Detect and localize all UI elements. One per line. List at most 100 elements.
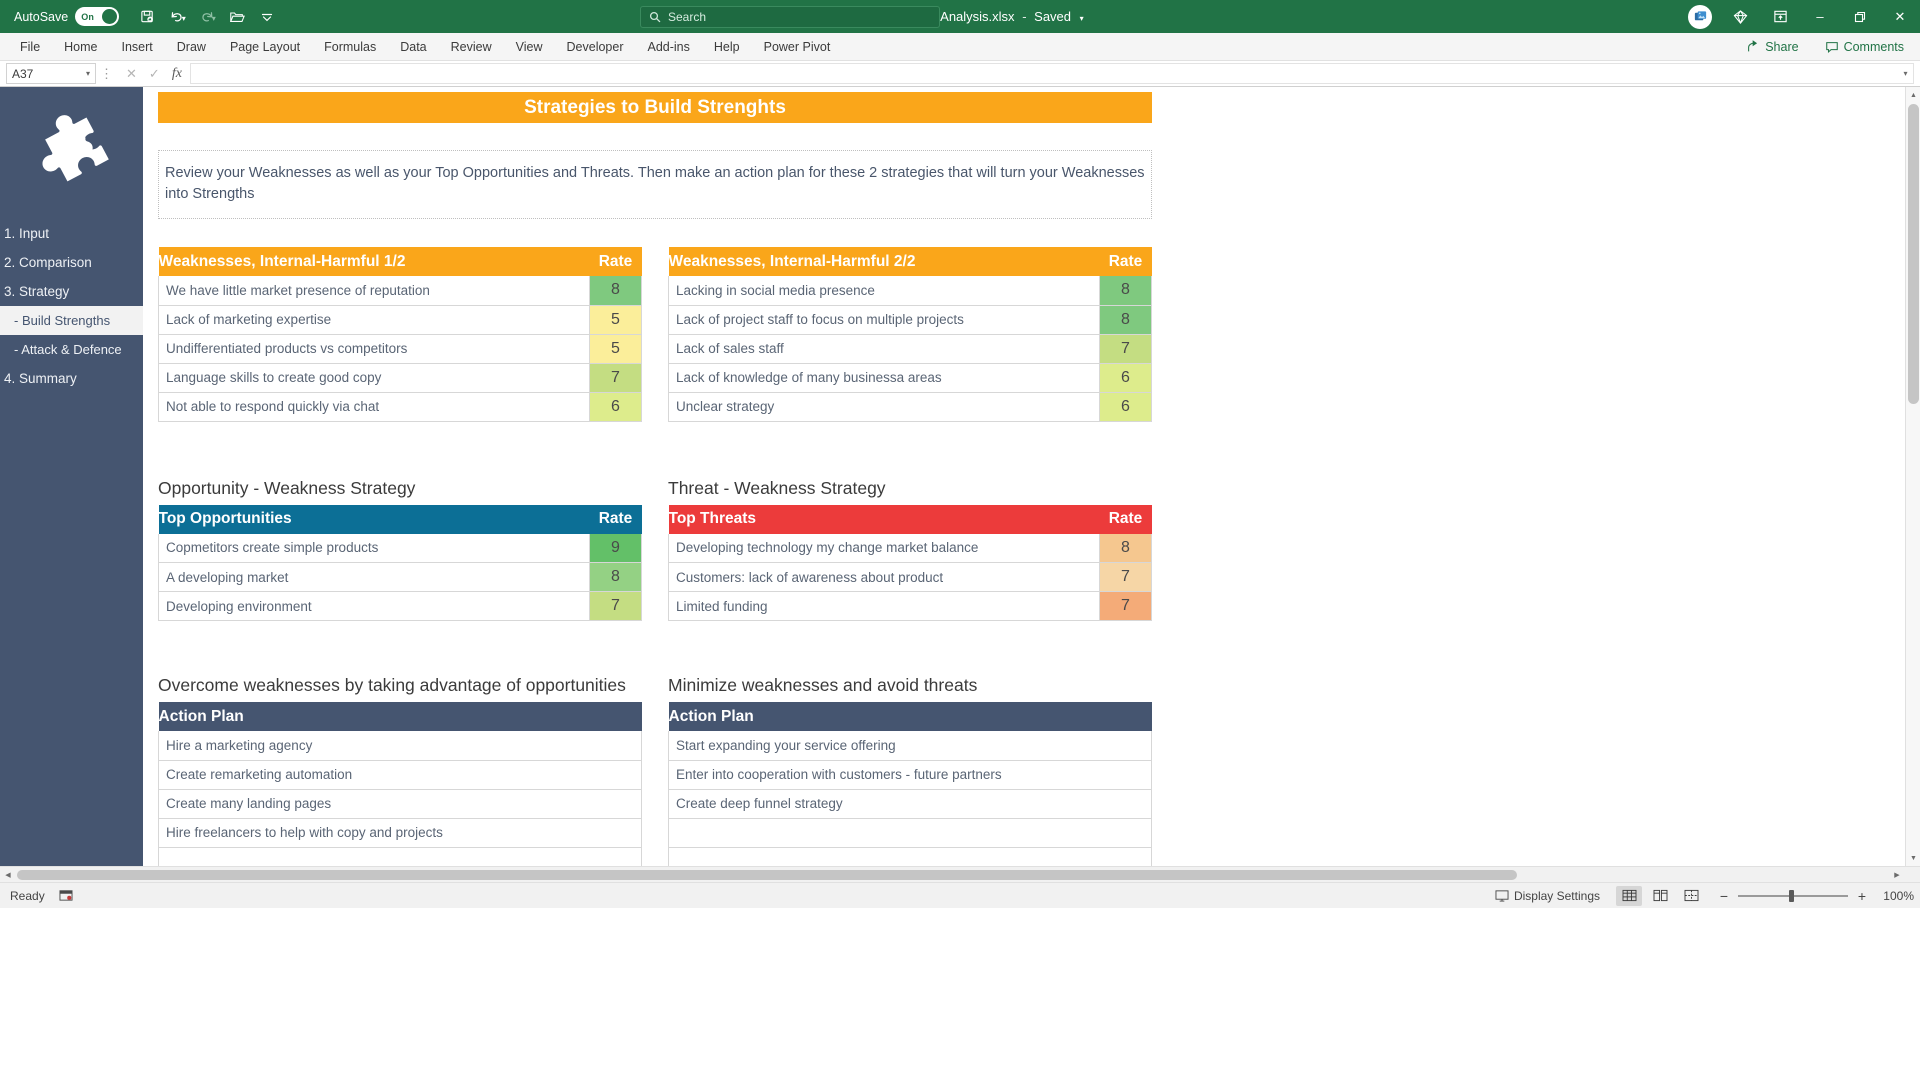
comments-button[interactable]: Comments [1819, 38, 1910, 56]
undo-caret-icon[interactable]: ▾ [182, 14, 186, 23]
weakness-item[interactable]: Unclear strategy [668, 392, 1100, 422]
weakness-rate[interactable]: 7 [589, 363, 642, 393]
weakness-rate[interactable]: 8 [589, 276, 642, 306]
share-button[interactable]: Share [1740, 38, 1804, 56]
vertical-scrollbar[interactable]: ▲ ▼ [1905, 87, 1920, 866]
weakness-rate[interactable]: 8 [1099, 305, 1152, 335]
weakness-item[interactable]: Lack of project staff to focus on multip… [668, 305, 1100, 335]
table-row[interactable]: Developing technology my change market b… [668, 533, 1152, 564]
title-chevron-down-icon[interactable]: ▾ [1080, 14, 1084, 23]
save-state-label[interactable]: Saved [1034, 9, 1071, 24]
tab-home[interactable]: Home [52, 34, 109, 60]
table-row[interactable]: Enter into cooperation with customers - … [668, 760, 1152, 790]
name-box[interactable]: A37 ▾ [6, 63, 96, 84]
table-row[interactable] [668, 847, 1152, 866]
table-row[interactable]: Language skills to create good copy 7 [158, 363, 642, 393]
action-plan-item[interactable]: Start expanding your service offering [668, 731, 1152, 761]
diamond-premium-icon[interactable] [1720, 0, 1760, 33]
table-row[interactable]: Lack of sales staff 7 [668, 334, 1152, 364]
tab-view[interactable]: View [504, 34, 555, 60]
table-row[interactable]: Not able to respond quickly via chat 6 [158, 392, 642, 422]
weakness-item[interactable]: Lack of knowledge of many businessa area… [668, 363, 1100, 393]
action-plan-item[interactable]: Enter into cooperation with customers - … [668, 760, 1152, 790]
scroll-left-icon[interactable]: ◀ [0, 867, 16, 883]
table-row[interactable]: Lack of knowledge of many businessa area… [668, 363, 1152, 393]
table-row[interactable]: Hire freelancers to help with copy and p… [158, 818, 642, 848]
account-avatar[interactable] [1680, 0, 1720, 33]
formula-bar-more-icon[interactable]: ⋮ [96, 66, 118, 82]
table-row[interactable]: A developing market 8 [158, 562, 642, 593]
sidebar-item-summary[interactable]: 4. Summary [0, 364, 143, 393]
record-macro-icon[interactable] [59, 889, 73, 902]
search-box[interactable] [640, 5, 940, 28]
action-plan-item[interactable]: Create remarketing automation [158, 760, 642, 790]
action-plan-item[interactable] [158, 847, 642, 866]
sidebar-item-comparison[interactable]: 2. Comparison [0, 248, 143, 277]
sidebar-item-attack-defence[interactable]: - Attack & Defence [0, 335, 143, 364]
tab-insert[interactable]: Insert [110, 34, 165, 60]
table-row[interactable]: We have little market presence of reputa… [158, 276, 642, 306]
weakness-item[interactable]: Language skills to create good copy [158, 363, 590, 393]
table-row[interactable]: Unclear strategy 6 [668, 392, 1152, 422]
horizontal-scrollbar[interactable]: ◀ ▶ [0, 866, 1920, 882]
threat-rate[interactable]: 7 [1099, 591, 1152, 622]
threat-item[interactable]: Limited funding [668, 591, 1100, 622]
opportunity-rate[interactable]: 9 [589, 533, 642, 564]
enter-icon[interactable]: ✓ [149, 66, 160, 82]
formula-input[interactable] [189, 63, 1898, 84]
cancel-icon[interactable]: ✕ [126, 66, 137, 82]
scroll-right-icon[interactable]: ▶ [1889, 867, 1905, 883]
weakness-item[interactable]: Lacking in social media presence [668, 276, 1100, 306]
zoom-level-label[interactable]: 100% [1876, 889, 1914, 903]
scroll-down-icon[interactable]: ▼ [1906, 850, 1920, 866]
weakness-rate[interactable]: 6 [1099, 363, 1152, 393]
search-input[interactable] [668, 9, 931, 24]
vertical-scroll-thumb[interactable] [1908, 104, 1919, 404]
expand-formula-bar-icon[interactable]: ▾ [1898, 63, 1914, 84]
tab-page-layout[interactable]: Page Layout [218, 34, 312, 60]
opportunity-item[interactable]: Developing environment [158, 591, 590, 622]
sidebar-item-strategy[interactable]: 3. Strategy [0, 277, 143, 306]
tab-formulas[interactable]: Formulas [312, 34, 388, 60]
table-row[interactable]: Create deep funnel strategy [668, 789, 1152, 819]
table-row[interactable]: Undifferentiated products vs competitors… [158, 334, 642, 364]
action-plan-item[interactable]: Hire a marketing agency [158, 731, 642, 761]
action-plan-item[interactable] [668, 847, 1152, 866]
minimize-button[interactable]: – [1800, 0, 1840, 33]
threat-rate[interactable]: 8 [1099, 533, 1152, 564]
tab-review[interactable]: Review [439, 34, 504, 60]
weakness-rate[interactable]: 6 [1099, 392, 1152, 422]
table-row[interactable]: Hire a marketing agency [158, 731, 642, 761]
table-row[interactable]: Lack of project staff to focus on multip… [668, 305, 1152, 335]
action-plan-item[interactable]: Create deep funnel strategy [668, 789, 1152, 819]
table-row[interactable]: Start expanding your service offering [668, 731, 1152, 761]
table-row[interactable]: Copmetitors create simple products 9 [158, 533, 642, 564]
tab-draw[interactable]: Draw [165, 34, 218, 60]
restore-button[interactable] [1840, 0, 1880, 33]
weakness-rate[interactable]: 5 [589, 305, 642, 335]
table-row[interactable]: Lack of marketing expertise 5 [158, 305, 642, 335]
opportunity-rate[interactable]: 8 [589, 562, 642, 593]
weakness-rate[interactable]: 6 [589, 392, 642, 422]
threat-item[interactable]: Customers: lack of awareness about produ… [668, 562, 1100, 593]
zoom-out-button[interactable]: − [1718, 888, 1730, 904]
display-settings-button[interactable]: Display Settings [1495, 889, 1600, 903]
close-button[interactable]: ✕ [1880, 0, 1920, 33]
ribbon-display-options-icon[interactable] [1760, 0, 1800, 33]
zoom-slider[interactable] [1738, 889, 1848, 903]
page-layout-view-icon[interactable] [1647, 886, 1673, 906]
save-icon[interactable] [133, 4, 161, 30]
threat-item[interactable]: Developing technology my change market b… [668, 533, 1100, 564]
table-row[interactable]: Create many landing pages [158, 789, 642, 819]
zoom-in-button[interactable]: + [1856, 888, 1868, 904]
tab-power-pivot[interactable]: Power Pivot [752, 34, 843, 60]
horizontal-scroll-thumb[interactable] [17, 870, 1517, 880]
table-row[interactable]: Developing environment 7 [158, 591, 642, 622]
tab-help[interactable]: Help [702, 34, 752, 60]
tab-file[interactable]: File [8, 34, 52, 60]
insert-function-icon[interactable]: fx [172, 66, 182, 82]
table-row[interactable]: Lacking in social media presence 8 [668, 276, 1152, 306]
opportunity-item[interactable]: Copmetitors create simple products [158, 533, 590, 564]
weakness-item[interactable]: Not able to respond quickly via chat [158, 392, 590, 422]
tab-data[interactable]: Data [388, 34, 438, 60]
